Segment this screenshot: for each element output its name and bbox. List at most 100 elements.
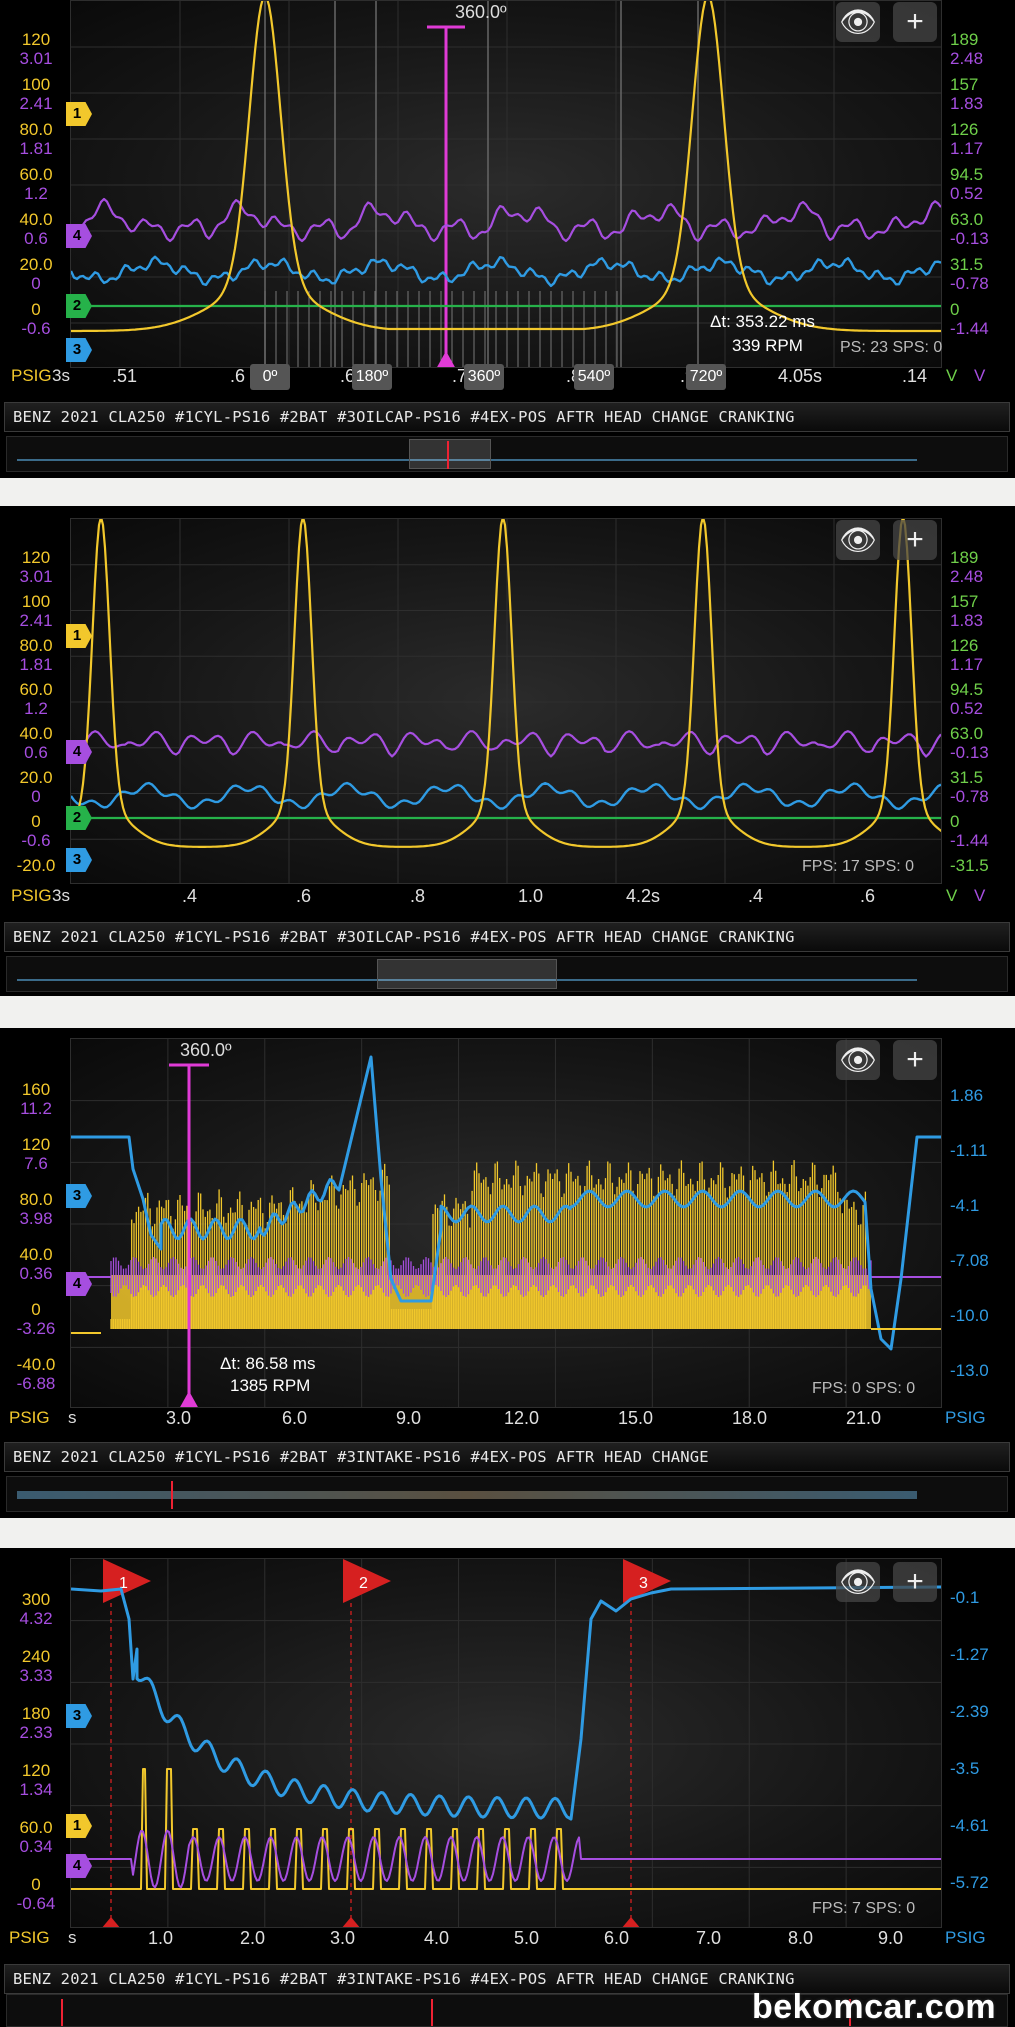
right-unit-a: V xyxy=(946,366,958,385)
plot-area-3[interactable] xyxy=(70,1038,942,1408)
right-unit-b: V xyxy=(974,886,986,905)
y-tick-label: 100 2.41 xyxy=(19,592,53,630)
y-tick-label: 80.0 1.81 xyxy=(19,120,53,158)
y-tick-label-right: 126 1.17 xyxy=(950,636,984,674)
x-tick-label: 4.05s xyxy=(778,366,823,386)
y-tick-label-right: 157 1.83 xyxy=(950,592,984,630)
y-tick-label: -20.0 xyxy=(16,856,56,875)
cursor-label: 360.0º xyxy=(455,2,507,22)
degree-label: 540º xyxy=(574,364,614,390)
nav-window[interactable] xyxy=(409,439,491,469)
y-tick-label-right: 189 2.48 xyxy=(950,548,984,586)
x-tick-label: 4.0 xyxy=(424,1928,450,1948)
eye-button[interactable]: 👁 xyxy=(836,1040,880,1080)
x-unit: 3s xyxy=(52,886,70,905)
x-tick-label: 5.0 xyxy=(514,1928,540,1948)
capture-title-2[interactable]: BENZ 2021 CLA250 #1CYL-PS16 #2BAT #3OILC… xyxy=(4,922,1010,952)
y-tick-label-right: -4.61 xyxy=(950,1816,989,1835)
y-tick-label-right: -4.1 xyxy=(950,1196,980,1215)
add-button[interactable]: + xyxy=(893,2,937,42)
x-tick-label: 3.0 xyxy=(166,1408,192,1428)
navigator-2[interactable] xyxy=(6,956,1008,992)
add-button[interactable]: + xyxy=(893,1040,937,1080)
series-3-line xyxy=(71,255,941,288)
y-tick-label: 20.0 0 xyxy=(19,768,53,806)
y-tick-label: 0 -0.6 xyxy=(21,812,51,850)
y-tick-label-right: 0 -1.44 xyxy=(950,812,989,850)
left-unit: PSIG xyxy=(9,1928,50,1947)
flag-label: 2 xyxy=(359,1575,368,1592)
degree-label: 360º xyxy=(464,364,504,390)
y-tick-label-right: 157 1.83 xyxy=(950,75,984,113)
eye-button[interactable]: 👁 xyxy=(836,1562,880,1602)
y-tick-label-right: 94.5 0.52 xyxy=(950,680,984,718)
eye-icon: 👁 xyxy=(838,1043,878,1077)
y-tick-label-right: -31.5 xyxy=(950,856,989,875)
x-tick-label: 9.0 xyxy=(396,1408,422,1428)
x-tick-label: 2.0 xyxy=(240,1928,266,1948)
y-tick-label: 0 -0.6 xyxy=(21,300,51,338)
flag-handle xyxy=(102,1917,120,1927)
capture-title-3[interactable]: BENZ 2021 CLA250 #1CYL-PS16 #2BAT #3INTA… xyxy=(4,1442,1010,1472)
navigator-3[interactable] xyxy=(6,1476,1008,1512)
x-tick-label: 1.0 xyxy=(148,1928,174,1948)
waveform-svg-4: 123 xyxy=(71,1559,941,1927)
y-tick-label-right: 31.5 -0.78 xyxy=(950,255,989,293)
plot-area-2[interactable] xyxy=(70,518,942,884)
y-tick-label: 120 3.01 xyxy=(19,548,53,586)
right-unit-a: PSIG xyxy=(945,1928,986,1947)
nav-cursor xyxy=(447,441,449,469)
y-tick-label: 100 2.41 xyxy=(19,75,53,113)
y-tick-label: 0 -0.64 xyxy=(16,1875,56,1913)
y-tick-label-right: -5.72 xyxy=(950,1873,989,1892)
series-4-line xyxy=(71,197,941,243)
nav-window[interactable] xyxy=(377,959,557,989)
degree-label: 720º xyxy=(686,364,726,390)
x-unit: s xyxy=(68,1928,77,1947)
y-tick-label-right: 0 -1.44 xyxy=(950,300,989,338)
right-unit-a: PSIG xyxy=(945,1408,986,1427)
y-tick-label-right: 1.86 xyxy=(950,1086,984,1105)
y-tick-label-right: 94.5 0.52 xyxy=(950,165,984,203)
x-tick-label: .4 xyxy=(182,886,198,906)
x-tick-label: 12.0 xyxy=(504,1408,540,1428)
y-tick-label-right: 189 2.48 xyxy=(950,30,984,68)
x-tick-label: 4.2s xyxy=(626,886,661,906)
nav-cursor xyxy=(61,1999,63,2026)
left-unit: PSIG xyxy=(11,886,52,905)
x-tick-label: 6.0 xyxy=(604,1928,630,1948)
y-tick-label: 180 2.33 xyxy=(19,1704,53,1742)
y-tick-label: 60.0 1.2 xyxy=(19,165,53,203)
y-tick-label-right: -1.11 xyxy=(950,1141,988,1160)
add-button[interactable]: + xyxy=(893,520,937,560)
capture-title-1[interactable]: BENZ 2021 CLA250 #1CYL-PS16 #2BAT #3OILC… xyxy=(4,402,1010,432)
x-tick-label: 6.0 xyxy=(282,1408,308,1428)
y-tick-label-right: -7.08 xyxy=(950,1251,989,1270)
y-tick-label: 240 3.33 xyxy=(19,1647,53,1685)
x-tick-label: 8.0 xyxy=(788,1928,814,1948)
y-tick-label-right: -2.39 xyxy=(950,1702,989,1721)
fps-stats: FPS: 7 SPS: 0 xyxy=(812,1900,916,1917)
eye-button[interactable]: 👁 xyxy=(836,2,880,42)
navigator-1[interactable] xyxy=(6,436,1008,472)
y-tick-label-right: -0.1 xyxy=(950,1588,980,1607)
x-tick-label: .8 xyxy=(410,886,426,906)
add-button[interactable]: + xyxy=(893,1562,937,1602)
nav-trace xyxy=(17,1491,917,1499)
series-3-line xyxy=(71,781,941,811)
y-tick-label: 120 7.6 xyxy=(21,1135,51,1173)
scope-panel-3: 👁 + 160 11.2 120 7.6 80.0 3.98 40.0 0.36 0 -3.26 -… xyxy=(0,1028,1015,1518)
x-tick-label: 15.0 xyxy=(618,1408,654,1428)
series-4-line xyxy=(71,1829,941,1889)
plot-area-4[interactable]: 123 xyxy=(70,1558,942,1928)
rpm-readout: 1385 RPM xyxy=(230,1376,311,1395)
x-tick-label: 3.0 xyxy=(330,1928,356,1948)
flag-handle xyxy=(622,1917,640,1927)
y-tick-label: -40.0 -6.88 xyxy=(16,1355,56,1393)
y-tick-label: 40.0 0.6 xyxy=(19,210,53,248)
nav-cursor xyxy=(431,1999,433,2026)
eye-button[interactable]: 👁 xyxy=(836,520,880,560)
x-tick-label: .6 xyxy=(860,886,876,906)
y-tick-label: 300 4.32 xyxy=(19,1590,53,1628)
x-unit: 3s xyxy=(52,366,70,385)
